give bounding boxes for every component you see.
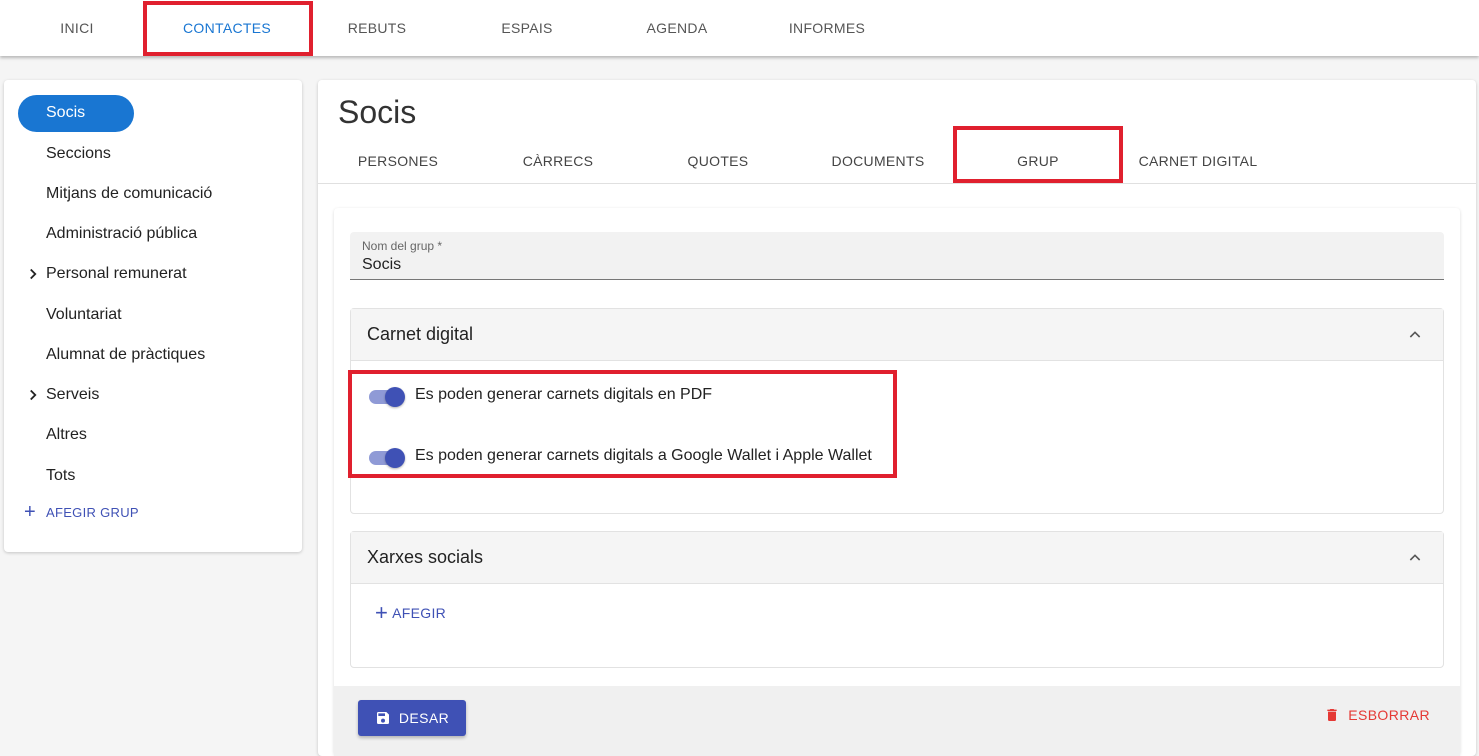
sidebar-item-altres[interactable]: Altres: [4, 417, 302, 453]
nav-tab-agenda[interactable]: AGENDA: [602, 0, 752, 56]
sidebar-item-label: Personal remunerat: [46, 265, 187, 282]
group-form: Nom del grup * Socis Carnet digital Es p…: [334, 208, 1460, 756]
sidebar-item-voluntariat[interactable]: Voluntariat: [4, 297, 302, 333]
sidebar-item-label: Administració pública: [46, 225, 198, 242]
add-group-button[interactable]: + AFEGIR GRUP: [24, 500, 139, 524]
carnet-panel-title: Carnet digital: [367, 324, 474, 344]
sidebar-item-label: Voluntariat: [46, 306, 122, 323]
tab-grup[interactable]: GRUP: [958, 138, 1118, 184]
sidebar-item-administracio[interactable]: Administració pública: [4, 216, 302, 252]
social-panel-header[interactable]: Xarxes socials: [351, 532, 1443, 584]
delete-label: ESBORRAR: [1348, 707, 1430, 723]
tab-carrecs[interactable]: CÀRRECS: [478, 138, 638, 184]
plus-icon: +: [375, 600, 389, 625]
tab-quotes[interactable]: QUOTES: [638, 138, 798, 184]
toggle-wallet-row: Es poden generar carnets digitals a Goog…: [367, 444, 872, 468]
sidebar-item-label: Mitjans de comunicació: [46, 185, 213, 202]
trash-icon: [1327, 709, 1337, 721]
pdf-toggle-label: Es poden generar carnets digitals en PDF: [415, 386, 713, 403]
chevron-right-icon[interactable]: [24, 265, 42, 283]
chevron-up-icon[interactable]: [1407, 550, 1423, 566]
pdf-toggle[interactable]: [367, 385, 405, 407]
tab-persones[interactable]: PERSONES: [318, 138, 478, 184]
main-content: Socis PERSONES CÀRRECS QUOTES DOCUMENTS …: [318, 80, 1476, 756]
chevron-right-icon[interactable]: [24, 386, 42, 404]
top-navigation: INICI CONTACTES REBUTS ESPAIS AGENDA INF…: [0, 0, 1479, 56]
social-panel-title: Xarxes socials: [367, 547, 484, 567]
tab-documents[interactable]: DOCUMENTS: [798, 138, 958, 184]
section-tabs: PERSONES CÀRRECS QUOTES DOCUMENTS GRUP C…: [318, 138, 1476, 184]
delete-button[interactable]: ESBORRAR: [1324, 706, 1430, 724]
save-icon: [376, 712, 389, 724]
group-name-value[interactable]: Socis: [362, 256, 401, 274]
nav-tab-inici[interactable]: INICI: [2, 0, 152, 56]
nav-tab-rebuts[interactable]: REBUTS: [302, 0, 452, 56]
group-name-label: Nom del grup *: [362, 239, 443, 253]
sidebar-item-label: Tots: [46, 467, 76, 484]
sidebar: Socis Seccions Mitjans de comunicació Ad…: [4, 80, 302, 552]
nav-tab-informes[interactable]: INFORMES: [752, 0, 902, 56]
plus-icon: +: [24, 501, 36, 523]
group-name-field[interactable]: Nom del grup * Socis: [350, 232, 1444, 280]
wallet-toggle-label: Es poden generar carnets digitals a Goog…: [415, 447, 872, 464]
nav-tab-espais[interactable]: ESPAIS: [452, 0, 602, 56]
toggle-pdf-row: Es poden generar carnets digitals en PDF: [367, 383, 712, 407]
add-group-label: AFEGIR GRUP: [45, 504, 139, 520]
sidebar-item-label: Altres: [46, 426, 87, 443]
sidebar-item-mitjans[interactable]: Mitjans de comunicació: [4, 176, 302, 212]
sidebar-item-alumnat[interactable]: Alumnat de pràctiques: [4, 337, 302, 373]
sidebar-item-socis[interactable]: Socis: [4, 95, 302, 132]
wallet-toggle[interactable]: [367, 446, 405, 468]
sidebar-item-label: Seccions: [46, 145, 111, 162]
carnet-digital-panel: Carnet digital Es poden generar carnets …: [350, 308, 1444, 514]
toggle-knob: [385, 448, 405, 468]
sidebar-item-label: Socis: [46, 104, 86, 121]
page-title: Socis: [338, 94, 417, 130]
sidebar-item-tots[interactable]: Tots: [4, 458, 302, 494]
form-footer: DESAR ESBORRAR: [334, 686, 1460, 756]
carnet-panel-header[interactable]: Carnet digital: [351, 309, 1443, 361]
toggle-knob: [385, 387, 405, 407]
nav-tab-contactes[interactable]: CONTACTES: [152, 0, 302, 56]
sidebar-item-seccions[interactable]: Seccions: [4, 136, 302, 172]
sidebar-item-label: Serveis: [46, 386, 100, 403]
save-button[interactable]: DESAR: [358, 700, 466, 736]
xarxes-socials-panel: Xarxes socials + AFEGIR: [350, 531, 1444, 668]
chevron-up-icon[interactable]: [1407, 327, 1423, 343]
add-social-label: AFEGIR: [392, 605, 447, 621]
save-label: DESAR: [398, 710, 450, 726]
sidebar-item-serveis[interactable]: Serveis: [4, 377, 302, 413]
add-social-button[interactable]: + AFEGIR: [375, 602, 446, 624]
sidebar-item-label: Alumnat de pràctiques: [46, 346, 206, 363]
sidebar-item-personal-remunerat[interactable]: Personal remunerat: [4, 256, 302, 292]
tab-carnet-digital[interactable]: CARNET DIGITAL: [1118, 138, 1278, 184]
